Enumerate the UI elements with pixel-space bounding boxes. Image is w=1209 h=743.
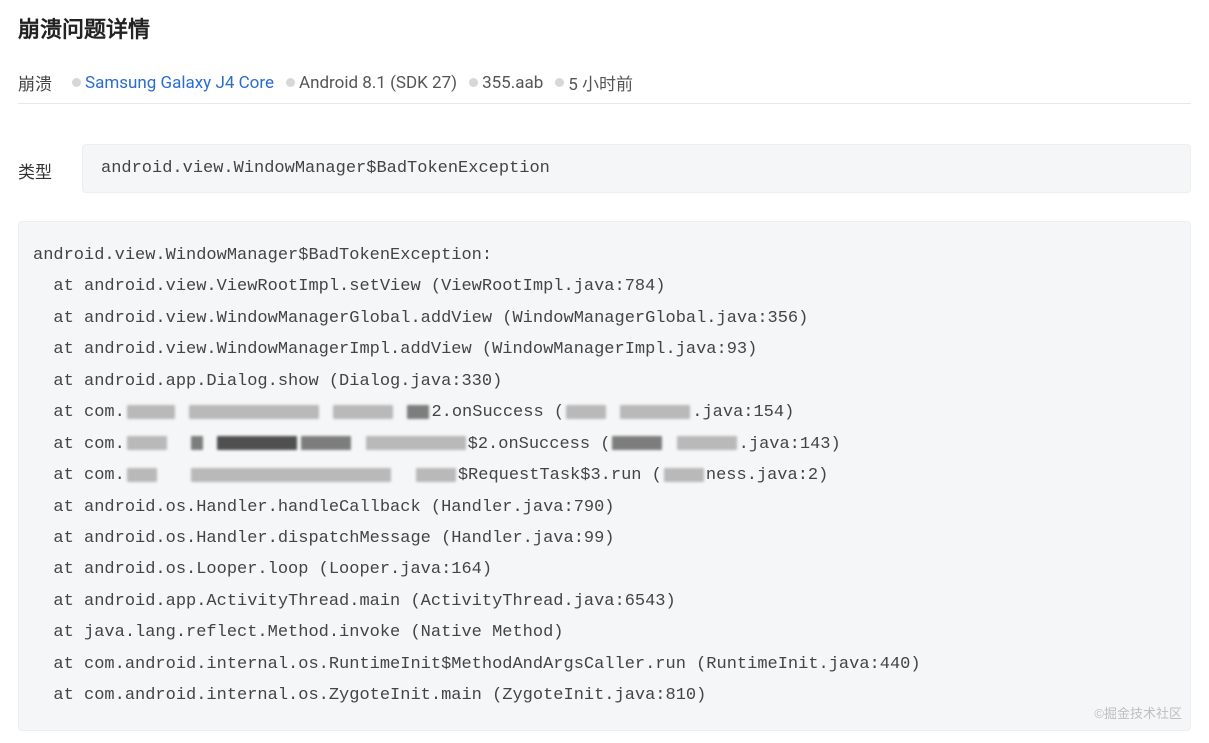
- bullet-icon: [555, 78, 564, 87]
- device-link[interactable]: Samsung Galaxy J4 Core: [85, 73, 274, 93]
- bullet-icon: [286, 78, 295, 87]
- bullet-icon: [469, 78, 478, 87]
- page-title: 崩溃问题详情: [18, 12, 1191, 44]
- trace-line: at android.os.Handler.handleCallback (Ha…: [33, 492, 1176, 523]
- crash-label: 崩溃: [18, 70, 52, 95]
- trace-line: at android.app.Dialog.show (Dialog.java:…: [33, 366, 1176, 397]
- trace-line: at com.android.internal.os.ZygoteInit.ma…: [33, 680, 1176, 711]
- trace-line-redacted: at com. 2.onSuccess ( .java:154): [33, 397, 1176, 428]
- trace-line: at java.lang.reflect.Method.invoke (Nati…: [33, 617, 1176, 648]
- bundle-name: 355.aab: [482, 73, 543, 93]
- stack-trace: android.view.WindowManager$BadTokenExcep…: [18, 221, 1191, 731]
- trace-line-redacted: at com. $RequestTask$3.run (ness.java:2): [33, 460, 1176, 491]
- trace-line: at android.os.Looper.loop (Looper.java:1…: [33, 554, 1176, 585]
- crash-meta-row: 崩溃 Samsung Galaxy J4 Core Android 8.1 (S…: [18, 70, 1191, 95]
- trace-line: at com.android.internal.os.RuntimeInit$M…: [33, 649, 1176, 680]
- time-ago: 5 小时前: [568, 70, 633, 95]
- trace-line-redacted: at com. $2.onSuccess ( .java:143): [33, 429, 1176, 460]
- type-row: 类型 android.view.WindowManager$BadTokenEx…: [18, 144, 1191, 193]
- trace-line: at android.app.ActivityThread.main (Acti…: [33, 586, 1176, 617]
- trace-line: at android.view.WindowManagerImpl.addVie…: [33, 334, 1176, 365]
- bullet-icon: [72, 78, 81, 87]
- trace-line: at android.view.ViewRootImpl.setView (Vi…: [33, 271, 1176, 302]
- type-label: 类型: [18, 144, 68, 193]
- watermark: ©掘金技术社区: [1094, 702, 1182, 726]
- exception-type: android.view.WindowManager$BadTokenExcep…: [82, 144, 1191, 193]
- trace-header: android.view.WindowManager$BadTokenExcep…: [33, 240, 1176, 271]
- trace-line: at android.view.WindowManagerGlobal.addV…: [33, 303, 1176, 334]
- trace-line: at android.os.Handler.dispatchMessage (H…: [33, 523, 1176, 554]
- divider: [18, 103, 1191, 104]
- os-version: Android 8.1 (SDK 27): [299, 73, 457, 93]
